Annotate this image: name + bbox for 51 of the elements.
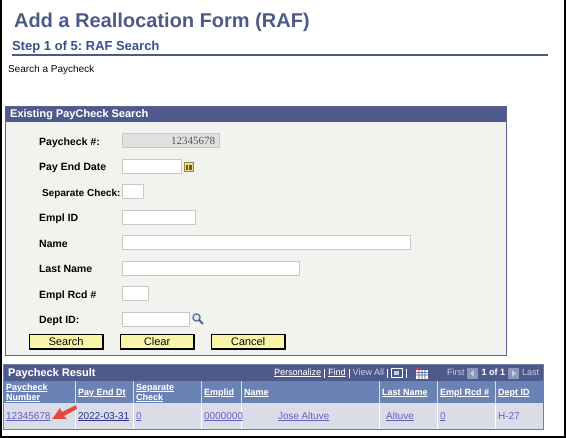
table-cell-link[interactable]: 12345678 (6, 408, 50, 424)
input-field[interactable] (122, 210, 196, 225)
last-label: Last (522, 366, 539, 380)
page-subtitle: Search a Paycheck (8, 64, 94, 75)
action-button[interactable]: Search (29, 334, 104, 350)
grid-view-icon[interactable] (416, 368, 428, 378)
column-header[interactable]: Paycheck Number (6, 382, 73, 402)
input-field[interactable] (122, 158, 182, 174)
column-header[interactable]: Pay End Dt (78, 387, 126, 397)
step-heading: Step 1 of 5: RAF Search (12, 38, 160, 54)
download-icon[interactable] (390, 368, 403, 378)
field-label: Name (39, 238, 68, 250)
column-header[interactable]: Name (244, 387, 269, 397)
field-label: Separate Check: (41, 188, 120, 199)
field-label: Empl Rcd # (39, 288, 96, 301)
field-label: Pay End Date (39, 161, 106, 174)
search-icon[interactable] (192, 313, 204, 326)
field-label: Last Name (39, 263, 92, 276)
table-cell-link[interactable]: Altuve (386, 408, 414, 424)
panel-title: Existing PayCheck Search (10, 107, 148, 122)
input-field[interactable] (122, 260, 300, 276)
column-header[interactable]: Empl Rcd # (440, 387, 490, 397)
previous-icon[interactable] (467, 368, 478, 378)
action-button[interactable]: Clear (120, 334, 195, 350)
table-cell-text: H-27 (498, 410, 520, 424)
table-cell-link[interactable]: Jose Altuve (278, 408, 330, 424)
annotation-arrow (50, 402, 78, 422)
table-cell-link[interactable]: 0000000 (204, 408, 243, 424)
table-cell-link[interactable]: 0 (440, 408, 446, 424)
column-header[interactable]: Last Name (382, 387, 428, 397)
input-field[interactable] (122, 286, 149, 302)
input-field[interactable] (122, 312, 190, 327)
field-label: Dept ID: (39, 314, 80, 326)
grid-link[interactable]: Find (328, 366, 346, 380)
column-header[interactable]: Emplid (204, 387, 234, 397)
page-title: Add a Reallocation Form (RAF) (14, 9, 311, 34)
column-header[interactable]: Separate Check (136, 382, 199, 402)
input-field[interactable] (122, 184, 144, 200)
column-header[interactable]: Dept ID (498, 387, 530, 397)
action-button[interactable]: Cancel (211, 334, 286, 350)
calendar-icon[interactable] (184, 160, 194, 172)
table-cell-link[interactable]: 2022-03-31 (78, 408, 130, 424)
table-cell-link[interactable]: 0 (136, 408, 142, 424)
grid-title: Paycheck Result (8, 366, 96, 381)
field-label: Empl ID (39, 212, 78, 224)
field-label: Paycheck #: (39, 136, 100, 148)
page-range: 1 of 1 (481, 366, 505, 380)
first-label: First (446, 366, 464, 380)
next-icon[interactable] (508, 368, 519, 378)
grid-link[interactable]: Personalize (274, 366, 322, 380)
input-field[interactable] (122, 235, 411, 250)
